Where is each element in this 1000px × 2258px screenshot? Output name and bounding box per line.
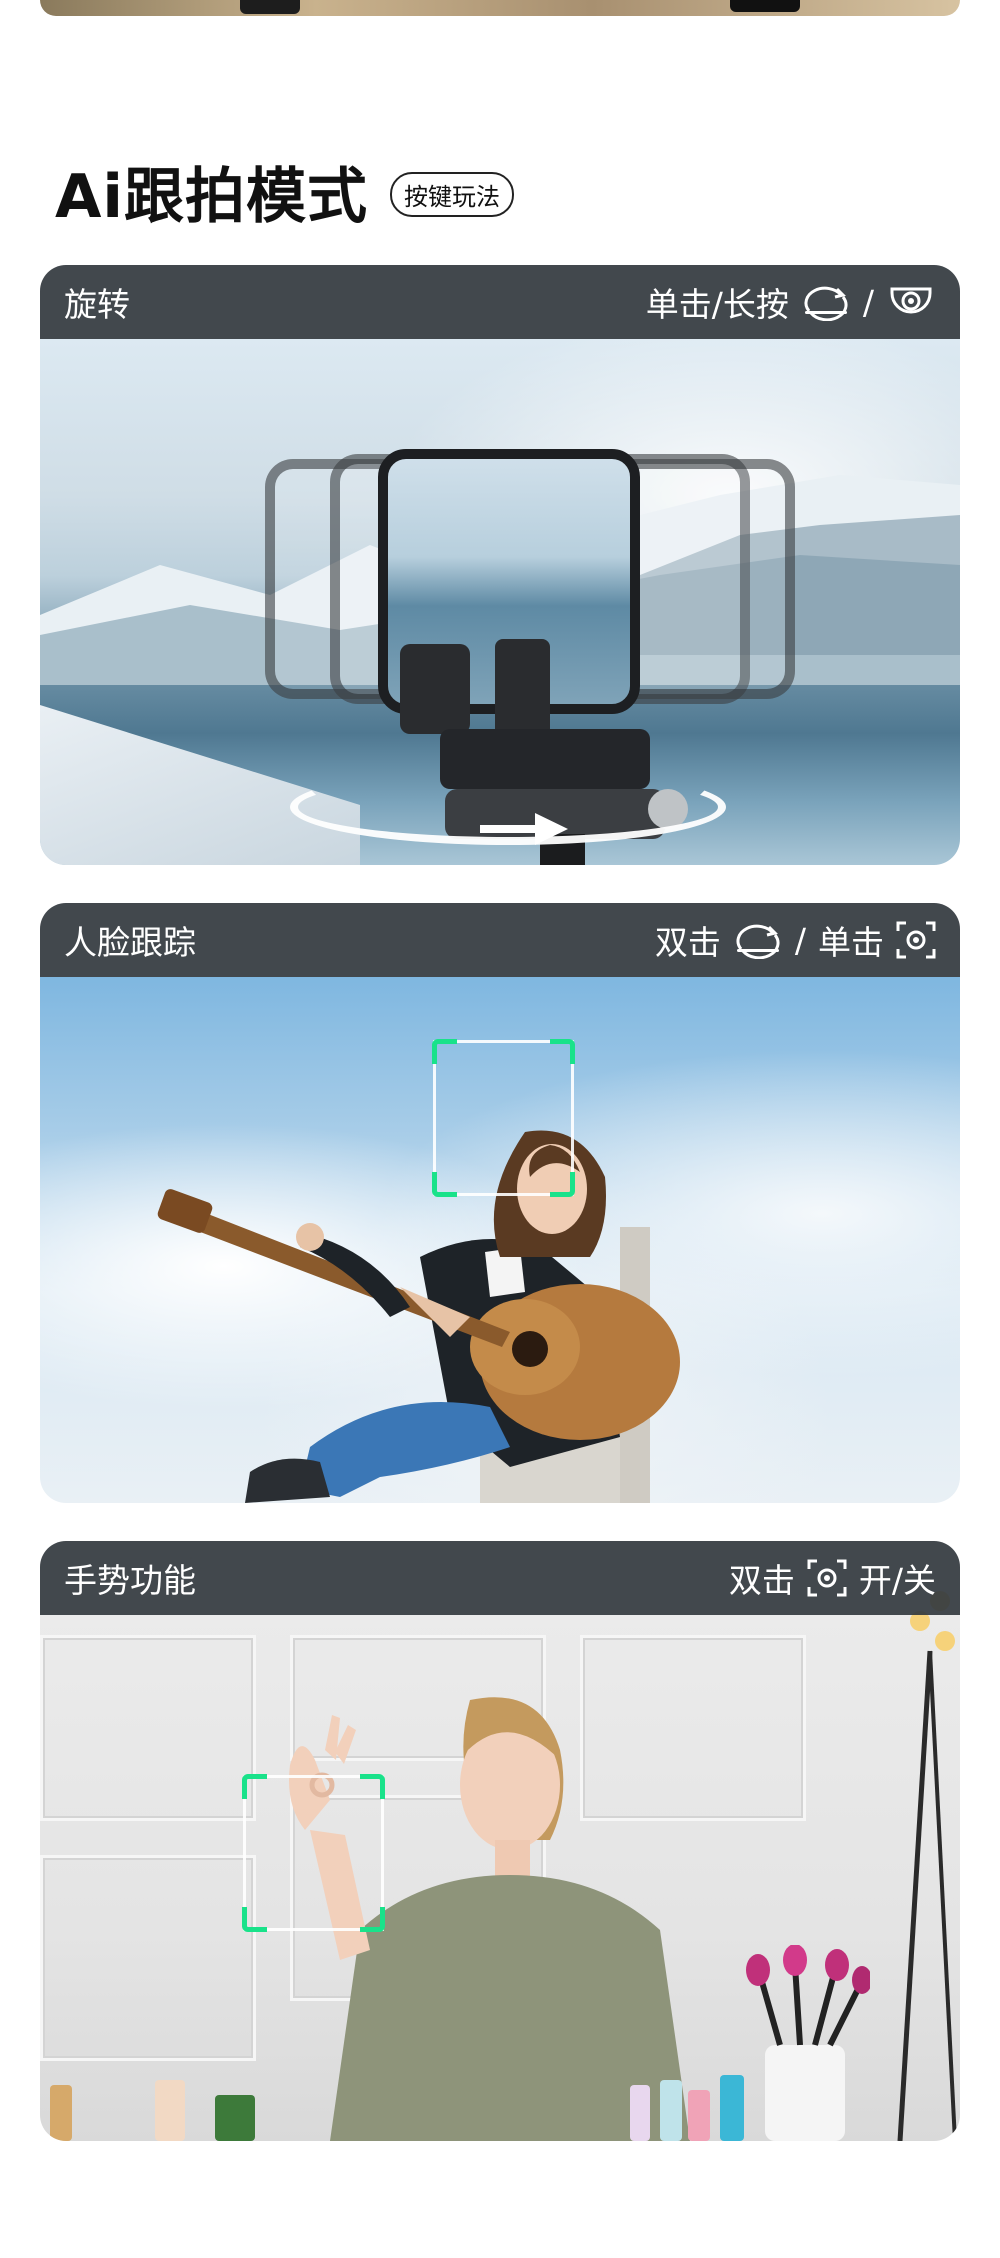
face-target-icon	[896, 921, 936, 959]
action-label: 双击	[654, 923, 721, 962]
face-tracking-card: 人脸跟踪 双击 / 单击	[40, 903, 960, 1503]
section-heading: Ai跟拍模式 按键玩法	[55, 148, 515, 235]
wall-panel	[40, 1855, 256, 2061]
face-target-icon	[807, 1559, 847, 1597]
separator: /	[862, 282, 874, 322]
gesture-image	[40, 1591, 960, 2141]
previous-section-image	[40, 0, 960, 16]
card-header: 手势功能 双击 开/关	[40, 1541, 960, 1615]
action-label: 单击/长按	[645, 285, 789, 324]
arrow-right-icon	[480, 813, 568, 845]
wall-panel	[40, 1635, 256, 1821]
card-header: 旋转 单击/长按 /	[40, 265, 960, 339]
device-fragment	[240, 0, 300, 14]
ring-lamp	[897, 1591, 957, 2141]
spiral-icon	[886, 283, 936, 321]
rotate-icon	[801, 283, 851, 322]
card-title: 旋转	[64, 285, 130, 324]
gesture-card: 手势功能 双击 开/关	[40, 1541, 960, 2141]
rotate-icon	[733, 921, 783, 960]
separator: /	[794, 920, 806, 960]
button-play-badge: 按键玩法	[390, 172, 515, 217]
cosmetic-bottles	[40, 2075, 960, 2141]
action-label: 开/关	[858, 1561, 936, 1600]
rotate-mode-card: 旋转 单击/长按 /	[40, 265, 960, 865]
card-header: 人脸跟踪 双击 / 单击	[40, 903, 960, 977]
action-label: 双击	[728, 1561, 795, 1600]
gesture-tracking-frame	[242, 1774, 385, 1932]
card-title: 人脸跟踪	[64, 923, 196, 962]
device-fragment	[730, 0, 800, 12]
section-title: Ai跟拍模式	[55, 162, 369, 232]
rotate-mode-image	[40, 339, 960, 865]
face-tracking-image	[40, 977, 960, 1503]
face-tracking-frame	[432, 1039, 575, 1197]
phone-clamp	[400, 644, 470, 734]
card-title: 手势功能	[64, 1561, 196, 1600]
action-label: 单击	[818, 923, 884, 962]
